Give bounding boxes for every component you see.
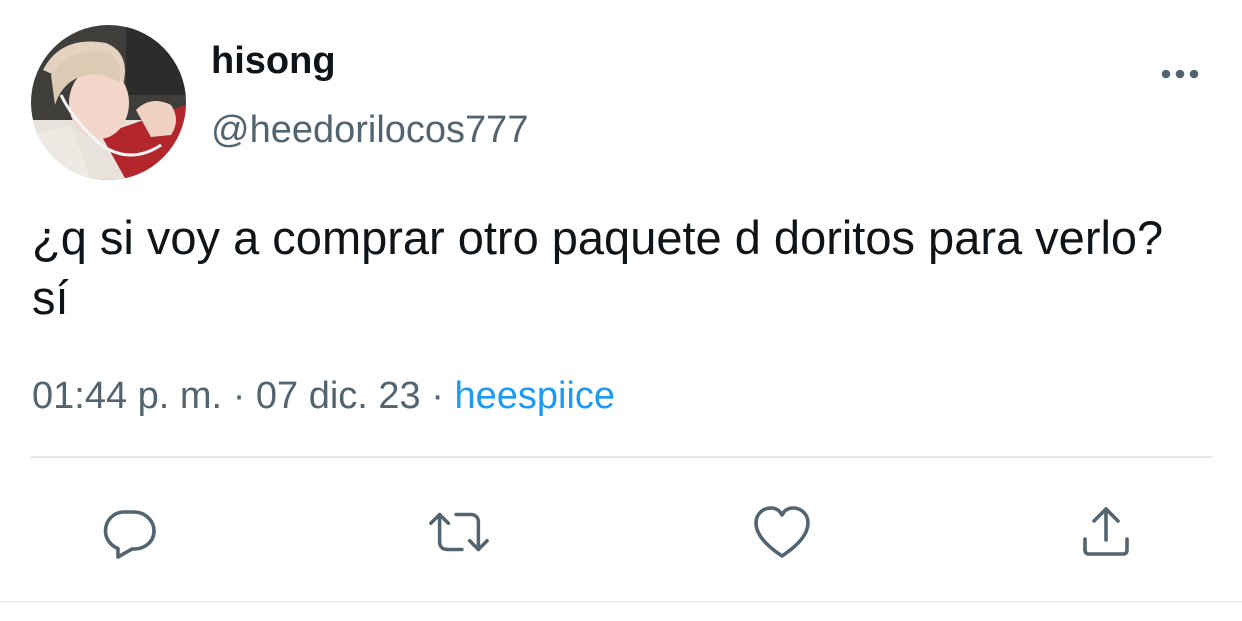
more-options-button[interactable] (1152, 56, 1208, 92)
share-upload-icon (1083, 507, 1129, 556)
tweet-text: ¿q si voy a comprar otro paquete d dorit… (32, 211, 1164, 324)
divider (31, 456, 1212, 458)
divider (0, 601, 1242, 603)
avatar[interactable] (31, 25, 186, 180)
tweet-meta: 01:44 p. m. · 07 dic. 23 · heespiice (32, 372, 615, 420)
heart-icon (754, 506, 810, 558)
avatar-image (31, 25, 186, 180)
retweet-arrows-icon (429, 512, 489, 552)
reply-button[interactable] (98, 500, 162, 564)
like-button[interactable] (750, 500, 814, 564)
meta-separator: · (431, 375, 444, 417)
display-name[interactable]: hisong (211, 38, 336, 84)
more-dots-icon (1161, 69, 1199, 79)
meta-separator: · (232, 375, 246, 417)
tweet-source-link[interactable]: heespiice (454, 375, 615, 417)
tweet-time: 01:44 p. m. (32, 375, 223, 417)
tweet-date: 07 dic. 23 (255, 375, 421, 417)
share-button[interactable] (1074, 500, 1138, 564)
reply-bubble-icon (103, 510, 156, 559)
retweet-button[interactable] (427, 500, 491, 564)
user-handle[interactable]: @heedorilocos777 (211, 106, 528, 154)
